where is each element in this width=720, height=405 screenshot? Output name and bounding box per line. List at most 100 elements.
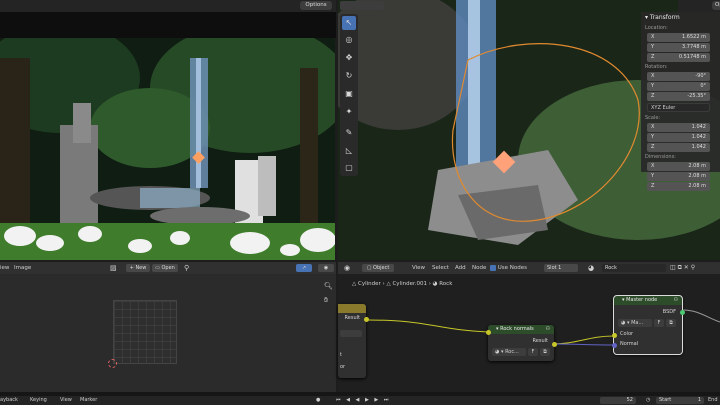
menu-node[interactable]: Node <box>472 262 486 274</box>
menu-image[interactable]: Image <box>14 262 31 274</box>
current-frame-field[interactable]: 52 <box>600 397 636 404</box>
end-frame-label[interactable]: End <box>708 396 718 405</box>
menu-playback[interactable]: ayback <box>0 396 18 405</box>
rock-normals-group-select[interactable]: ◕ ▾ Roc... <box>492 348 526 356</box>
rock-normals-node[interactable]: ▾ Rock normals ⚇ Result ◕ ▾ Roc... F ⧉ <box>488 325 554 361</box>
left-viewport[interactable] <box>0 38 335 260</box>
fake-user-icon[interactable]: F <box>654 319 664 327</box>
options-button-right[interactable]: Op <box>712 1 720 10</box>
transform-icon[interactable]: ✦ <box>342 105 356 119</box>
left-viewport-header: Options <box>0 0 336 12</box>
image-editor-header: iew Image ▨ + New ▭ Open ⚲ ↗ ◉ <box>0 262 336 274</box>
master-node-header[interactable]: ▾ Master node ⚇ <box>614 296 682 305</box>
master-node-bsdf-socket[interactable] <box>680 310 685 315</box>
object-mode-select[interactable]: ▢ Object <box>362 264 394 272</box>
material-action-icons[interactable]: ◫ ⧉ ✕ ⚲ <box>670 262 695 274</box>
master-node-color-label: Color <box>620 331 634 337</box>
dimensions-y-field[interactable]: Y 2.08 m <box>647 172 710 181</box>
start-frame-field[interactable]: Start 1 <box>656 397 704 404</box>
node-editor-header: ◉ ▢ Object View Select Add Node Use Node… <box>338 262 720 274</box>
input-node-select[interactable] <box>340 330 362 337</box>
node-group-icon: ⚇ <box>545 326 550 332</box>
measure-icon[interactable]: ◺ <box>342 144 356 158</box>
location-y-field[interactable]: Y 3.7748 m <box>647 43 710 52</box>
master-node-normal-label: Normal <box>620 341 639 347</box>
transform-panel: ▾ Transform Location: X 1.6522 m Y 3.7748 … <box>641 12 720 191</box>
master-node-output-label: BSDF <box>662 309 676 315</box>
input-node-line: t <box>340 352 342 358</box>
scale-label: Scale: <box>645 115 661 121</box>
open-image-button[interactable]: ▭ Open <box>152 264 178 272</box>
dimensions-label: Dimensions: <box>645 154 676 160</box>
uv-grid[interactable] <box>113 300 177 364</box>
scale-x-field[interactable]: X 1.042 <box>647 123 710 132</box>
scale-z-field[interactable]: Z 1.042 <box>647 143 710 152</box>
slot-select[interactable]: Slot 1 <box>544 264 578 272</box>
scale-icon[interactable]: ▣ <box>342 87 356 101</box>
menu-add[interactable]: Add <box>455 262 466 274</box>
rotation-label: Rotation: <box>645 64 668 70</box>
toolbar: ↖ ◎ ✥ ↻ ▣ ✦ ✎ ◺ ▢ <box>340 14 358 176</box>
master-node[interactable]: ▾ Master node ⚇ BSDF ◕ ▾ Ma... F ⧉ Color … <box>613 295 683 355</box>
input-node-output-socket[interactable] <box>364 317 369 322</box>
fake-user-icon[interactable]: F <box>528 348 538 356</box>
record-icon[interactable]: ● <box>316 396 320 405</box>
rotation-mode-select[interactable]: XYZ Euler <box>647 103 710 112</box>
select-mode-buttons[interactable] <box>340 1 384 10</box>
node-tree-icon: ◕ ▾ <box>621 320 632 326</box>
menu-keying[interactable]: Keying <box>30 396 47 405</box>
menu-view[interactable]: iew <box>0 262 9 274</box>
rotation-x-field[interactable]: X -90° <box>647 72 710 81</box>
overlay-toggle[interactable]: ◉ <box>318 264 334 272</box>
menu-view[interactable]: View <box>60 396 72 405</box>
cursor-icon[interactable]: ◎ <box>342 33 356 47</box>
input-node-output-label: Result <box>344 315 360 321</box>
location-z-field[interactable]: Z 0.51748 m <box>647 53 710 62</box>
annotate-icon[interactable]: ✎ <box>342 126 356 140</box>
copy-icon[interactable]: ⧉ <box>666 319 676 327</box>
options-button[interactable]: Options <box>300 1 332 10</box>
rock-normals-output-socket[interactable] <box>552 342 557 347</box>
master-node-normal-socket[interactable] <box>612 343 617 348</box>
timeline-header: ayback Keying View Marker ● ⏮ ◀ ◀ ▶ ▶ ⏭ … <box>0 396 720 405</box>
dimensions-z-field[interactable]: Z 2.08 m <box>647 182 710 191</box>
image-browse-icon[interactable]: ▨ <box>110 262 117 274</box>
scene-render <box>0 38 335 260</box>
master-node-group-select[interactable]: ◕ ▾ Ma... <box>618 319 652 327</box>
menu-view[interactable]: View <box>412 262 425 274</box>
new-image-button[interactable]: + New <box>126 264 150 272</box>
input-node[interactable]: Result t or <box>338 304 366 378</box>
move-icon[interactable]: ✥ <box>342 51 356 65</box>
zoom-icon[interactable]: 🔍︎ <box>324 282 333 290</box>
transform-panel-title[interactable]: ▾ Transform <box>641 12 720 24</box>
material-icon[interactable]: ◕ <box>588 262 594 274</box>
hand-icon[interactable]: ✋︎ <box>324 296 328 305</box>
location-label: Location: <box>645 25 668 31</box>
location-x-field[interactable]: X 1.6522 m <box>647 33 710 42</box>
editor-type-icon[interactable]: ◉ <box>344 262 350 274</box>
rock-normals-output-label: Result <box>532 338 548 344</box>
rotate-icon[interactable]: ↻ <box>342 69 356 83</box>
pin-icon[interactable]: ⚲ <box>184 262 189 274</box>
menu-select[interactable]: Select <box>432 262 449 274</box>
rotation-z-field[interactable]: Z -25.35° <box>647 92 710 101</box>
playback-controls[interactable]: ⏮ ◀ ◀ ▶ ▶ ⏭ <box>336 396 390 405</box>
use-nodes-toggle[interactable]: Use Nodes <box>490 262 527 274</box>
input-node-header <box>338 304 366 313</box>
rotation-y-field[interactable]: Y 0° <box>647 82 710 91</box>
rock-normals-header[interactable]: ▾ Rock normals ⚇ <box>488 325 554 334</box>
checkbox-icon <box>490 264 496 271</box>
add-cube-icon[interactable]: ▢ <box>342 161 356 175</box>
2d-cursor-icon[interactable] <box>108 359 117 368</box>
menu-marker[interactable]: Marker <box>80 396 97 405</box>
rock-normals-input-socket[interactable] <box>486 330 491 335</box>
scale-y-field[interactable]: Y 1.042 <box>647 133 710 142</box>
node-tree-icon: ◕ ▾ <box>495 349 506 355</box>
select-box-icon[interactable]: ↖ <box>342 16 356 30</box>
gizmo-toggle[interactable]: ↗ <box>296 264 312 272</box>
copy-icon[interactable]: ⧉ <box>540 348 550 356</box>
master-node-color-socket[interactable] <box>612 333 617 338</box>
clock-icon: ◷ <box>646 397 651 403</box>
material-name-field[interactable]: Rock <box>602 264 666 272</box>
dimensions-x-field[interactable]: X 2.08 m <box>647 162 710 171</box>
